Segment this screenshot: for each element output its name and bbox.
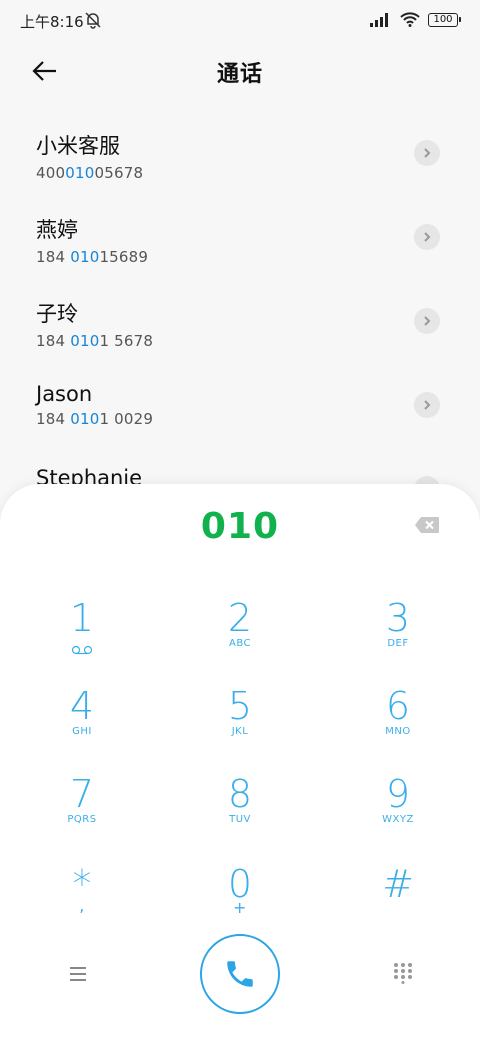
battery-indicator: 100 <box>428 12 461 27</box>
dial-key-digit: 1 <box>69 596 95 640</box>
contact-list: 小米客服 40001005678 燕婷 184 01015689 子玲 184 … <box>0 118 480 538</box>
contact-detail-button[interactable] <box>414 224 440 250</box>
contact-item[interactable]: Jason 184 0101 0029 <box>0 370 480 454</box>
dial-key-3[interactable]: 3 DEF <box>338 596 458 676</box>
dial-key-letters: DEF <box>387 638 409 649</box>
dial-key-digit: # <box>382 862 414 906</box>
dialpad-grid-icon <box>394 963 412 984</box>
dial-key-0[interactable]: 0 + <box>180 862 300 942</box>
contact-detail-button[interactable] <box>414 392 440 418</box>
dial-key-digit: 9 <box>385 772 411 816</box>
contact-item[interactable]: 子玲 184 0101 5678 <box>0 286 480 370</box>
bell-off-icon <box>84 11 102 33</box>
dialed-number: 010 <box>200 506 280 547</box>
dial-key-digit: 4 <box>69 684 95 728</box>
dial-key-8[interactable]: 8 TUV <box>180 772 300 852</box>
contact-item[interactable]: 燕婷 184 01015689 <box>0 202 480 286</box>
header: 通话 <box>0 48 480 92</box>
page-title: 通话 <box>216 62 263 87</box>
dial-key-letters: , <box>79 896 85 915</box>
contact-name: Jason <box>36 382 93 406</box>
contact-number: 184 0101 0029 <box>36 410 154 428</box>
chevron-right-icon <box>424 148 431 158</box>
dial-key-letters: JKL <box>231 726 249 737</box>
dial-key-digit: 7 <box>69 772 95 816</box>
wifi-icon <box>400 12 420 27</box>
dial-key-digit: 3 <box>385 596 411 640</box>
contact-number: 184 01015689 <box>36 248 149 266</box>
dial-key-digit: 2 <box>227 596 253 640</box>
chevron-right-icon <box>424 232 431 242</box>
dial-key-6[interactable]: 6 MNO <box>338 684 458 764</box>
phone-icon <box>227 961 253 987</box>
backspace-icon <box>415 517 439 533</box>
contact-number: 40001005678 <box>36 164 144 182</box>
dial-key-digit: 5 <box>227 684 253 728</box>
voicemail-icon <box>71 645 93 655</box>
menu-icon <box>70 967 86 981</box>
dial-key-letters: WXYZ <box>382 814 414 825</box>
dial-key-5[interactable]: 5 JKL <box>180 684 300 764</box>
dial-key-hash[interactable]: # <box>338 862 458 942</box>
contact-detail-button[interactable] <box>414 140 440 166</box>
menu-button[interactable] <box>66 964 90 984</box>
dial-key-letters: PQRS <box>67 814 97 825</box>
signal-icon <box>370 12 388 27</box>
dial-key-letters: GHI <box>72 726 92 737</box>
status-time: 上午8:16 <box>20 13 84 31</box>
contact-number: 184 0101 5678 <box>36 332 154 350</box>
dial-key-digit: 8 <box>227 772 253 816</box>
dial-key-star[interactable]: * , <box>22 862 142 942</box>
contact-detail-button[interactable] <box>414 308 440 334</box>
dial-key-9[interactable]: 9 WXYZ <box>338 772 458 852</box>
dial-key-2[interactable]: 2 ABC <box>180 596 300 676</box>
chevron-right-icon <box>424 316 431 326</box>
dial-key-letters: + <box>233 898 247 917</box>
chevron-right-icon <box>424 400 431 410</box>
dialpad-toggle-button[interactable] <box>392 962 414 984</box>
call-button[interactable] <box>200 934 280 1014</box>
contact-item[interactable]: 小米客服 40001005678 <box>0 118 480 202</box>
dial-key-letters: TUV <box>229 814 251 825</box>
backspace-button[interactable] <box>414 516 440 534</box>
dial-key-7[interactable]: 7 PQRS <box>22 772 142 852</box>
dialpad-panel: 010 1 2 ABC 3 DEF 4 GHI 5 JKL 6 MNO 7 PQ… <box>0 484 480 1040</box>
status-bar: 上午8:16 100 <box>0 0 480 40</box>
dial-key-4[interactable]: 4 GHI <box>22 684 142 764</box>
dial-key-1[interactable]: 1 <box>22 596 142 676</box>
dial-key-letters: ABC <box>228 638 251 649</box>
dial-key-letters: MNO <box>385 726 411 737</box>
dial-key-digit: 6 <box>385 684 411 728</box>
